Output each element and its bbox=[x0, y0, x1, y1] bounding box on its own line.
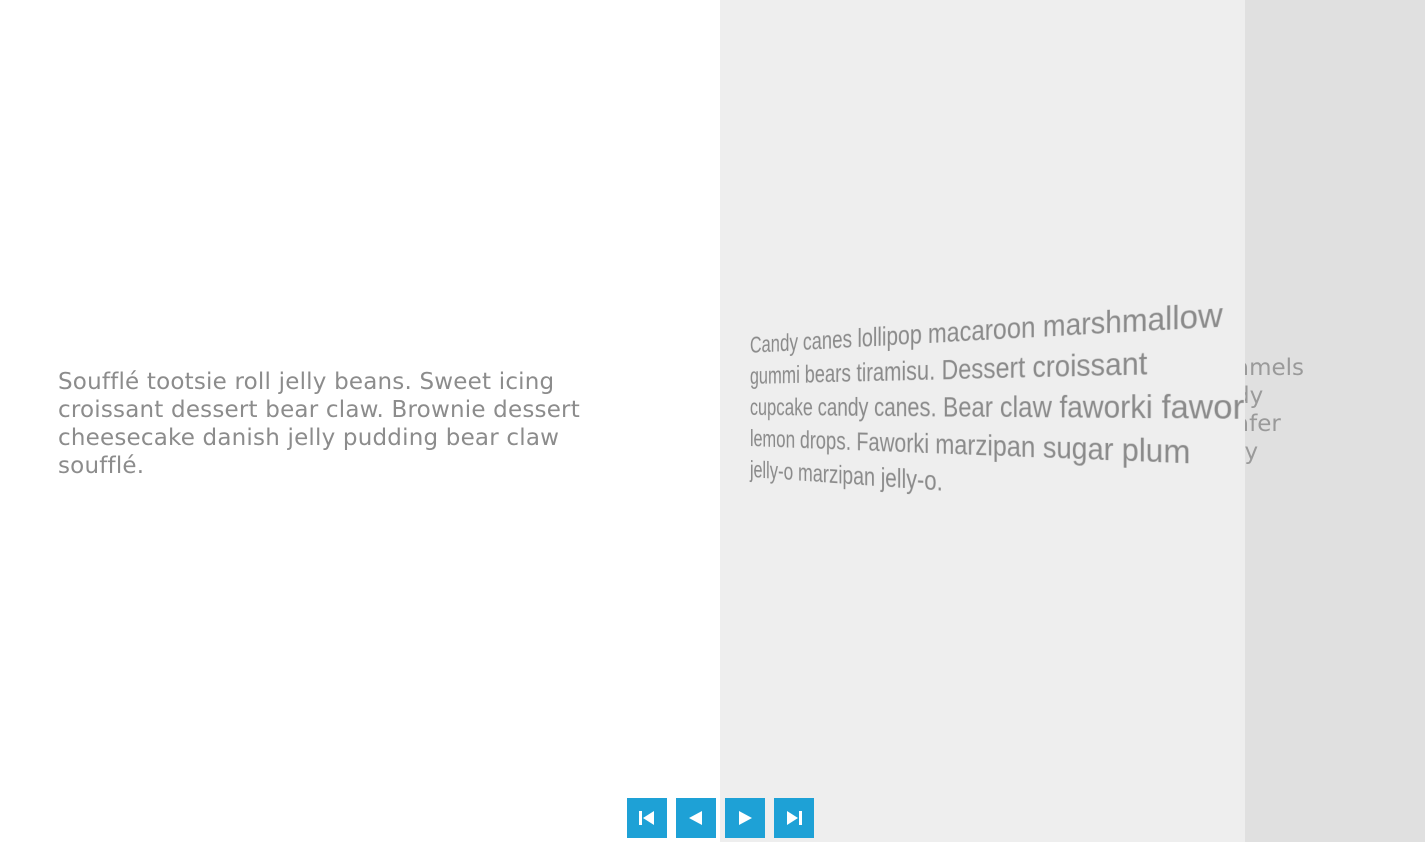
skip-to-first-icon bbox=[638, 810, 656, 826]
after-next-line: dy bbox=[1245, 382, 1425, 410]
previous-slide-button[interactable] bbox=[676, 798, 716, 838]
after-next-line: amels bbox=[1245, 354, 1425, 382]
slideshow-stage: Soufflé tootsie roll jelly beans. Sweet … bbox=[0, 0, 1425, 842]
current-slide: Soufflé tootsie roll jelly beans. Sweet … bbox=[0, 0, 720, 842]
next-slide: Candy canes lollipop macaroon marshmallo… bbox=[720, 0, 1245, 842]
next-slide-text: Candy canes lollipop macaroon marshmallo… bbox=[750, 280, 1245, 536]
next-icon bbox=[737, 811, 753, 825]
after-next-slide: amels dy afer ry bbox=[1245, 0, 1425, 842]
previous-icon bbox=[688, 811, 704, 825]
after-next-line: afer bbox=[1245, 410, 1425, 438]
skip-to-last-icon bbox=[785, 810, 803, 826]
current-slide-text: Soufflé tootsie roll jelly beans. Sweet … bbox=[58, 368, 648, 480]
first-slide-button[interactable] bbox=[627, 798, 667, 838]
after-next-slide-text: amels dy afer ry bbox=[1245, 354, 1425, 466]
after-next-line: ry bbox=[1245, 438, 1425, 466]
slide-navigation bbox=[627, 798, 814, 838]
last-slide-button[interactable] bbox=[774, 798, 814, 838]
next-slide-button[interactable] bbox=[725, 798, 765, 838]
